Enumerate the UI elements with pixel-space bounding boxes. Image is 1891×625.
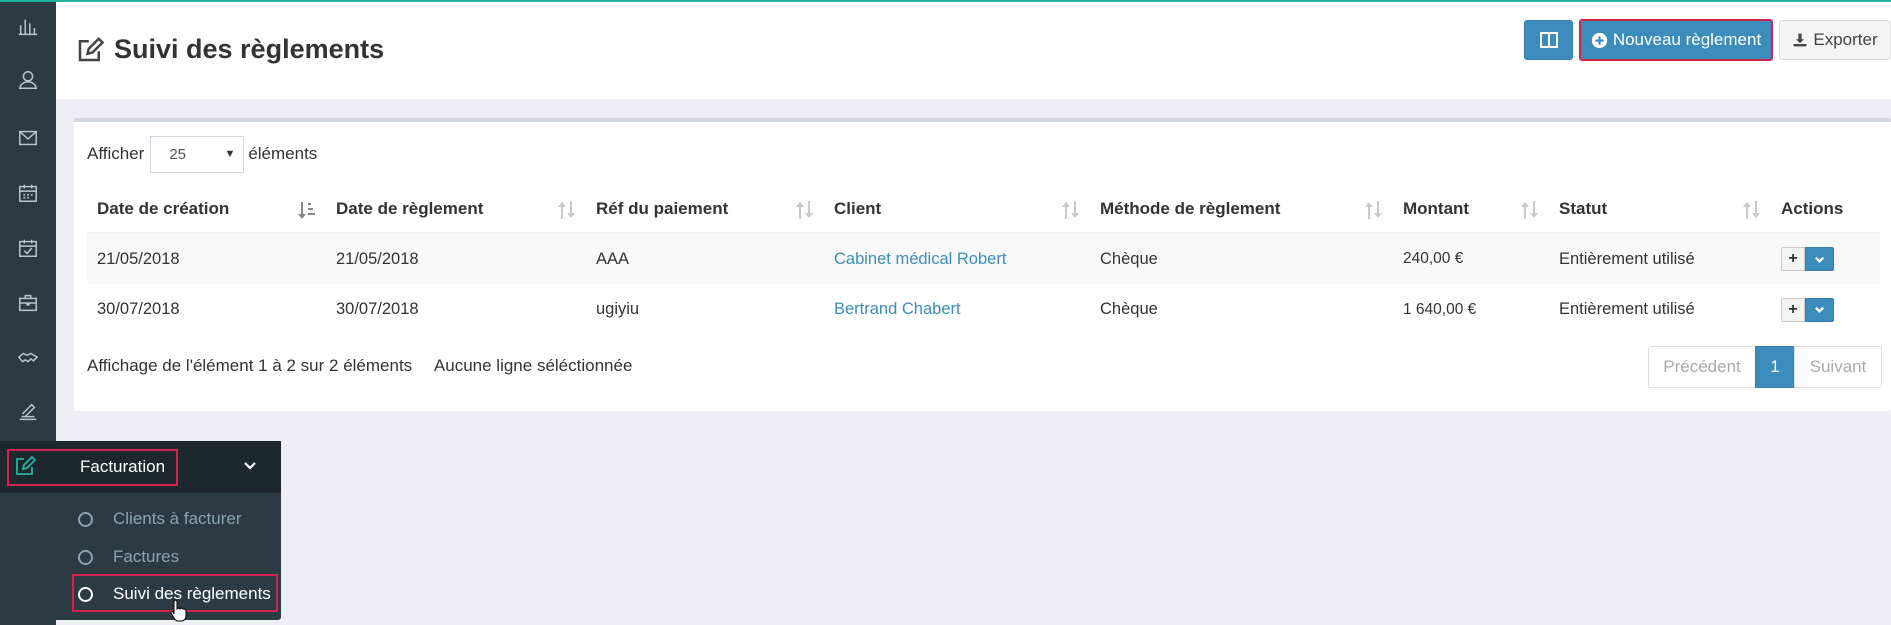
cell-actions: + <box>1771 233 1880 284</box>
page-length-value: 25 <box>169 145 187 163</box>
add-action-button[interactable]: + <box>1781 297 1805 322</box>
col-status[interactable]: Statut <box>1549 186 1771 234</box>
chevron-down-icon <box>1815 306 1824 313</box>
sort-icon <box>1521 200 1539 220</box>
sidebar-item-label: Suivi des règlements <box>113 584 271 603</box>
handshake-icon[interactable] <box>15 345 41 371</box>
sidebar-item-factures[interactable]: Factures <box>78 542 179 572</box>
cell-paid: 30/07/2018 <box>326 284 586 335</box>
cell-status: Entièrement utilisé <box>1549 233 1771 284</box>
export-label: Exporter <box>1813 30 1878 49</box>
col-paid[interactable]: Date de règlement <box>326 186 586 234</box>
col-client[interactable]: Client <box>824 186 1090 234</box>
cell-method: Chèque <box>1090 284 1393 335</box>
cell-ref: ugiyiu <box>586 284 824 335</box>
caret-down-icon: ▼ <box>224 148 236 160</box>
cell-status: Entièrement utilisé <box>1549 284 1771 335</box>
cell-method: Chèque <box>1090 233 1393 284</box>
page-title-text: Suivi des règlements <box>114 34 385 64</box>
top-accent-line <box>0 0 1891 2</box>
sidebar-item-clients-a-facturer[interactable]: Clients à facturer <box>78 504 242 534</box>
chevron-down-icon[interactable] <box>243 459 259 475</box>
cell-created: 30/07/2018 <box>87 284 326 335</box>
table-row[interactable]: 30/07/2018 30/07/2018 ugiyiu Bertrand Ch… <box>87 284 1880 335</box>
calendar-icon[interactable] <box>15 180 41 206</box>
circle-icon <box>78 549 93 565</box>
col-method[interactable]: Méthode de règlement <box>1090 186 1393 234</box>
pagination-previous[interactable]: Précédent <box>1648 346 1756 388</box>
table-header-row: Date de création Date de règlement Réf d… <box>87 186 1880 234</box>
col-created[interactable]: Date de création <box>87 186 326 234</box>
page-length-select[interactable]: 25 ▼ <box>150 135 245 173</box>
col-actions: Actions <box>1771 186 1880 234</box>
cell-client: Bertrand Chabert <box>824 284 1090 335</box>
edit-icon <box>75 35 105 65</box>
sort-icon <box>1062 200 1080 220</box>
circle-icon <box>78 586 93 602</box>
col-amount[interactable]: Montant <box>1393 186 1549 234</box>
sidebar-item-label: Clients à facturer <box>113 509 242 528</box>
cell-paid: 21/05/2018 <box>326 233 586 284</box>
sort-asc-icon <box>298 200 316 220</box>
page-title: Suivi des règlements <box>75 34 384 65</box>
hand-cursor-icon <box>170 599 187 622</box>
plus-circle-icon <box>1591 32 1607 48</box>
table-row[interactable]: 21/05/2018 21/05/2018 AAA Cabinet médica… <box>87 233 1880 284</box>
user-icon[interactable] <box>15 67 41 93</box>
actions-dropdown-button[interactable] <box>1805 297 1834 322</box>
table-info-selection: Aucune ligne séléctionnée <box>433 356 633 375</box>
mail-icon[interactable] <box>15 125 41 151</box>
cell-amount: 1 640,00 € <box>1393 284 1549 335</box>
payments-table: Date de création Date de règlement Réf d… <box>87 186 1880 335</box>
actions-dropdown-button[interactable] <box>1805 247 1834 271</box>
circle-icon <box>78 511 93 527</box>
sidebar-flyout-facturation: Facturation Clients à facturer Factures … <box>0 441 281 620</box>
length-prefix: Afficher <box>87 144 145 163</box>
client-link[interactable]: Cabinet médical Robert <box>834 250 1006 268</box>
sort-icon <box>796 200 814 220</box>
flyout-title: Facturation <box>80 457 166 476</box>
length-suffix: éléments <box>248 144 318 163</box>
sidebar-item-label: Factures <box>113 547 180 566</box>
chevron-down-icon <box>1815 256 1824 263</box>
cell-created: 21/05/2018 <box>87 233 326 284</box>
add-action-button[interactable]: + <box>1781 247 1805 271</box>
briefcase-icon[interactable] <box>15 290 41 316</box>
flyout-header[interactable]: Facturation <box>0 441 281 493</box>
cell-client: Cabinet médical Robert <box>824 233 1090 284</box>
col-ref[interactable]: Réf du paiement <box>586 186 824 234</box>
page-length-control: Afficher 25 ▼ éléments <box>87 135 317 173</box>
calendar-check-icon[interactable] <box>15 235 41 261</box>
download-icon <box>1793 33 1807 47</box>
pagination-next[interactable]: Suivant <box>1794 346 1882 388</box>
pagination-page-1[interactable]: 1 <box>1755 346 1795 388</box>
table-info: Affichage de l'élément 1 à 2 sur 2 éléme… <box>87 356 632 376</box>
chart-bar-icon[interactable] <box>15 14 41 40</box>
sort-icon <box>1365 200 1383 220</box>
sort-icon <box>1743 200 1761 220</box>
export-button[interactable]: Exporter <box>1779 20 1891 60</box>
new-payment-label: Nouveau règlement <box>1612 30 1762 49</box>
columns-toggle-button[interactable] <box>1524 20 1573 60</box>
sort-icon <box>558 200 576 220</box>
new-payment-button[interactable]: Nouveau règlement <box>1579 19 1773 61</box>
sign-icon[interactable] <box>15 399 41 425</box>
edit-icon <box>13 454 39 480</box>
table-info-count: Affichage de l'élément 1 à 2 sur 2 éléme… <box>87 356 413 375</box>
client-link[interactable]: Bertrand Chabert <box>834 300 961 318</box>
cell-actions: + <box>1771 284 1880 335</box>
cell-amount: 240,00 € <box>1393 233 1549 284</box>
cell-ref: AAA <box>586 233 824 284</box>
columns-icon <box>1539 32 1558 48</box>
